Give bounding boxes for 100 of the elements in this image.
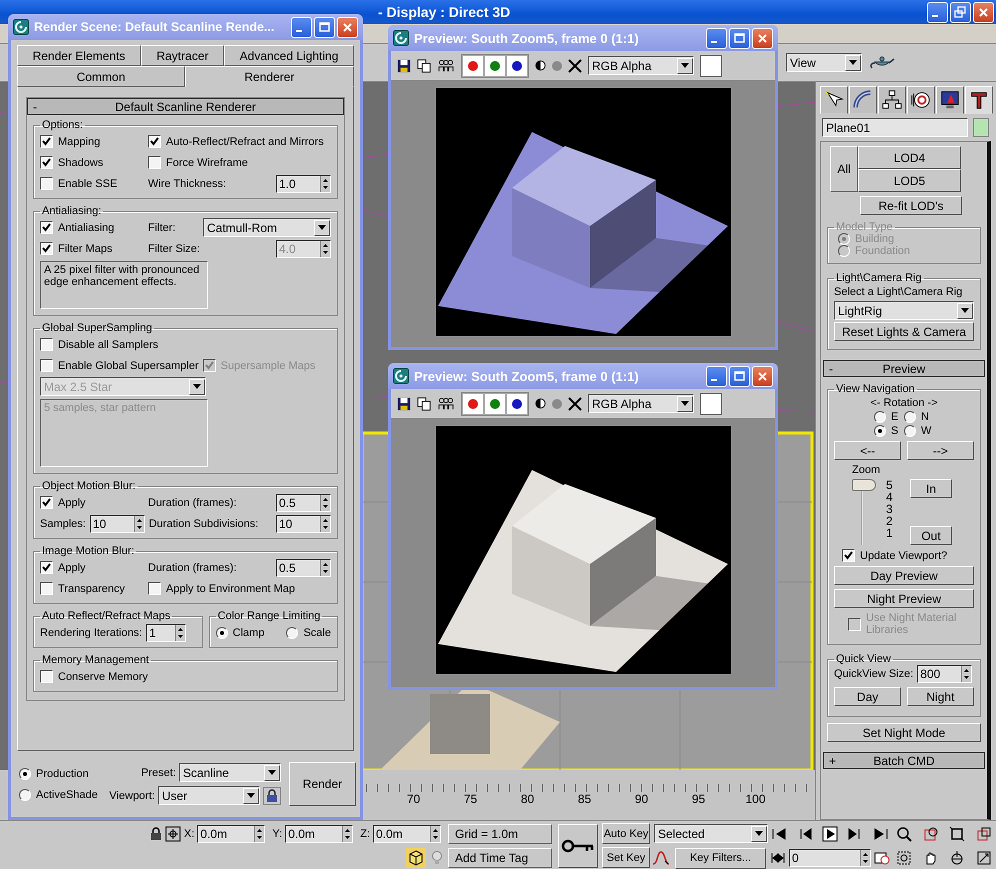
button[interactable]: Set Key xyxy=(602,847,650,868)
number-spinner[interactable]: 0.0m xyxy=(373,825,441,843)
checkbox[interactable] xyxy=(40,561,53,574)
button[interactable]: Key Filters... xyxy=(675,848,766,868)
radio-button[interactable] xyxy=(904,425,916,437)
tab[interactable]: Advanced Lighting xyxy=(224,45,354,66)
tab[interactable]: Renderer xyxy=(184,66,354,87)
dropdown[interactable]: RGB Alpha xyxy=(588,56,694,75)
button[interactable]: Set Night Mode xyxy=(827,723,981,742)
time-tag-field[interactable]: Add Time Tag xyxy=(448,848,552,868)
checkbox[interactable] xyxy=(148,135,161,148)
button[interactable]: All xyxy=(830,146,858,192)
number-spinner[interactable]: 10 xyxy=(276,514,331,532)
copy-icon[interactable] xyxy=(417,396,431,410)
slider-thumb[interactable] xyxy=(852,479,876,491)
viewport-tool-icon[interactable] xyxy=(922,826,939,842)
go-to-end-icon[interactable] xyxy=(872,826,889,842)
minimize-button[interactable] xyxy=(927,2,948,22)
rollout-header[interactable]: - Default Scanline Renderer xyxy=(27,98,344,115)
dropdown[interactable]: RGB Alpha xyxy=(588,394,694,413)
dropdown-arrow-icon[interactable] xyxy=(961,308,969,313)
maximize-button[interactable] xyxy=(314,16,335,38)
checkbox[interactable] xyxy=(40,135,53,148)
tab[interactable]: Raytracer xyxy=(140,45,224,66)
clear-icon[interactable] xyxy=(568,396,582,410)
rollout-header[interactable]: + Batch CMD xyxy=(823,752,985,769)
checkbox[interactable] xyxy=(40,582,53,595)
minimize-button[interactable] xyxy=(706,28,727,48)
viewport-tool-icon[interactable] xyxy=(976,826,992,842)
light-bulb-icon[interactable] xyxy=(429,850,445,866)
name-field[interactable]: Plane01 xyxy=(822,118,968,137)
curve-icon[interactable] xyxy=(652,850,670,866)
save-icon[interactable] xyxy=(397,58,411,72)
spinner-arrows-icon[interactable] xyxy=(322,560,329,574)
close-button[interactable] xyxy=(752,366,773,386)
button[interactable]: Auto Key xyxy=(602,823,650,844)
close-button[interactable] xyxy=(337,16,358,38)
dropdown-arrow-icon[interactable] xyxy=(681,401,689,406)
radio-button[interactable] xyxy=(19,768,31,780)
minimize-button[interactable] xyxy=(706,366,727,386)
dropdown[interactable]: Catmull-Rom xyxy=(203,218,331,237)
spinner-arrows-icon[interactable] xyxy=(256,827,264,841)
radio-button[interactable] xyxy=(216,626,228,638)
viewport-tool-icon[interactable] xyxy=(976,850,992,866)
checkbox[interactable] xyxy=(148,156,161,169)
lock-icon[interactable] xyxy=(262,786,281,804)
tab[interactable]: Common xyxy=(17,66,185,87)
tab[interactable]: Render Elements xyxy=(17,45,141,66)
checkbox[interactable] xyxy=(40,221,53,234)
dropdown-arrow-icon[interactable] xyxy=(755,831,763,836)
maximize-button[interactable] xyxy=(729,366,750,386)
radio-button[interactable] xyxy=(874,411,886,423)
monochrome-icon[interactable] xyxy=(535,60,546,71)
dropdown-arrow-icon[interactable] xyxy=(268,770,276,775)
panel-tab[interactable] xyxy=(907,86,935,114)
go-to-start-icon[interactable] xyxy=(771,826,788,842)
radio-button[interactable] xyxy=(286,626,298,638)
button[interactable]: Day Preview xyxy=(834,566,974,585)
spinner-arrows-icon[interactable] xyxy=(322,496,329,510)
button[interactable]: Night Preview xyxy=(834,589,974,608)
checkbox[interactable] xyxy=(40,156,53,169)
number-spinner[interactable]: 0.0m xyxy=(285,825,354,843)
clone-icon[interactable] xyxy=(437,396,455,410)
button[interactable]: LOD5 xyxy=(858,169,961,192)
viewport-tool-icon[interactable] xyxy=(949,850,966,866)
render-button[interactable]: Render xyxy=(288,762,356,806)
button[interactable]: Re-fit LOD's xyxy=(860,196,962,215)
number-spinner[interactable]: 0 xyxy=(789,849,871,867)
dropdown[interactable]: LightRig xyxy=(834,301,974,320)
radio-button[interactable] xyxy=(904,411,916,423)
checkbox[interactable] xyxy=(40,177,53,190)
viewport-tool-icon[interactable] xyxy=(896,850,912,866)
button[interactable]: In xyxy=(910,479,952,498)
number-spinner[interactable]: 1.0 xyxy=(276,174,331,192)
number-spinner[interactable]: 1 xyxy=(146,624,186,642)
clear-icon[interactable] xyxy=(568,58,582,72)
minimize-button[interactable] xyxy=(291,16,312,38)
play-icon[interactable] xyxy=(822,826,838,842)
checkbox[interactable] xyxy=(40,359,53,372)
button[interactable]: <-- xyxy=(834,441,902,460)
viewport-tool-icon[interactable] xyxy=(896,826,912,842)
checkbox[interactable] xyxy=(40,242,53,255)
spinner-arrows-icon[interactable] xyxy=(862,851,869,865)
restore-button[interactable] xyxy=(950,2,971,22)
checkbox[interactable] xyxy=(148,582,161,595)
time-config-icon[interactable] xyxy=(874,850,890,866)
key-mode-icon[interactable] xyxy=(770,850,786,866)
button[interactable]: Out xyxy=(910,526,952,545)
checkbox[interactable] xyxy=(40,670,53,683)
close-button[interactable] xyxy=(973,2,994,22)
checkbox[interactable] xyxy=(842,549,855,562)
number-spinner[interactable]: 0.5 xyxy=(276,494,331,512)
spinner-arrows-icon[interactable] xyxy=(963,667,970,681)
color-swatch[interactable] xyxy=(700,392,722,414)
radio-button[interactable] xyxy=(19,788,31,800)
number-spinner[interactable]: 0.5 xyxy=(276,558,331,576)
dropdown-arrow-icon[interactable] xyxy=(318,225,326,230)
dropdown[interactable]: User xyxy=(158,786,260,805)
selection-icon[interactable] xyxy=(165,826,182,842)
button[interactable]: Day xyxy=(834,687,902,706)
